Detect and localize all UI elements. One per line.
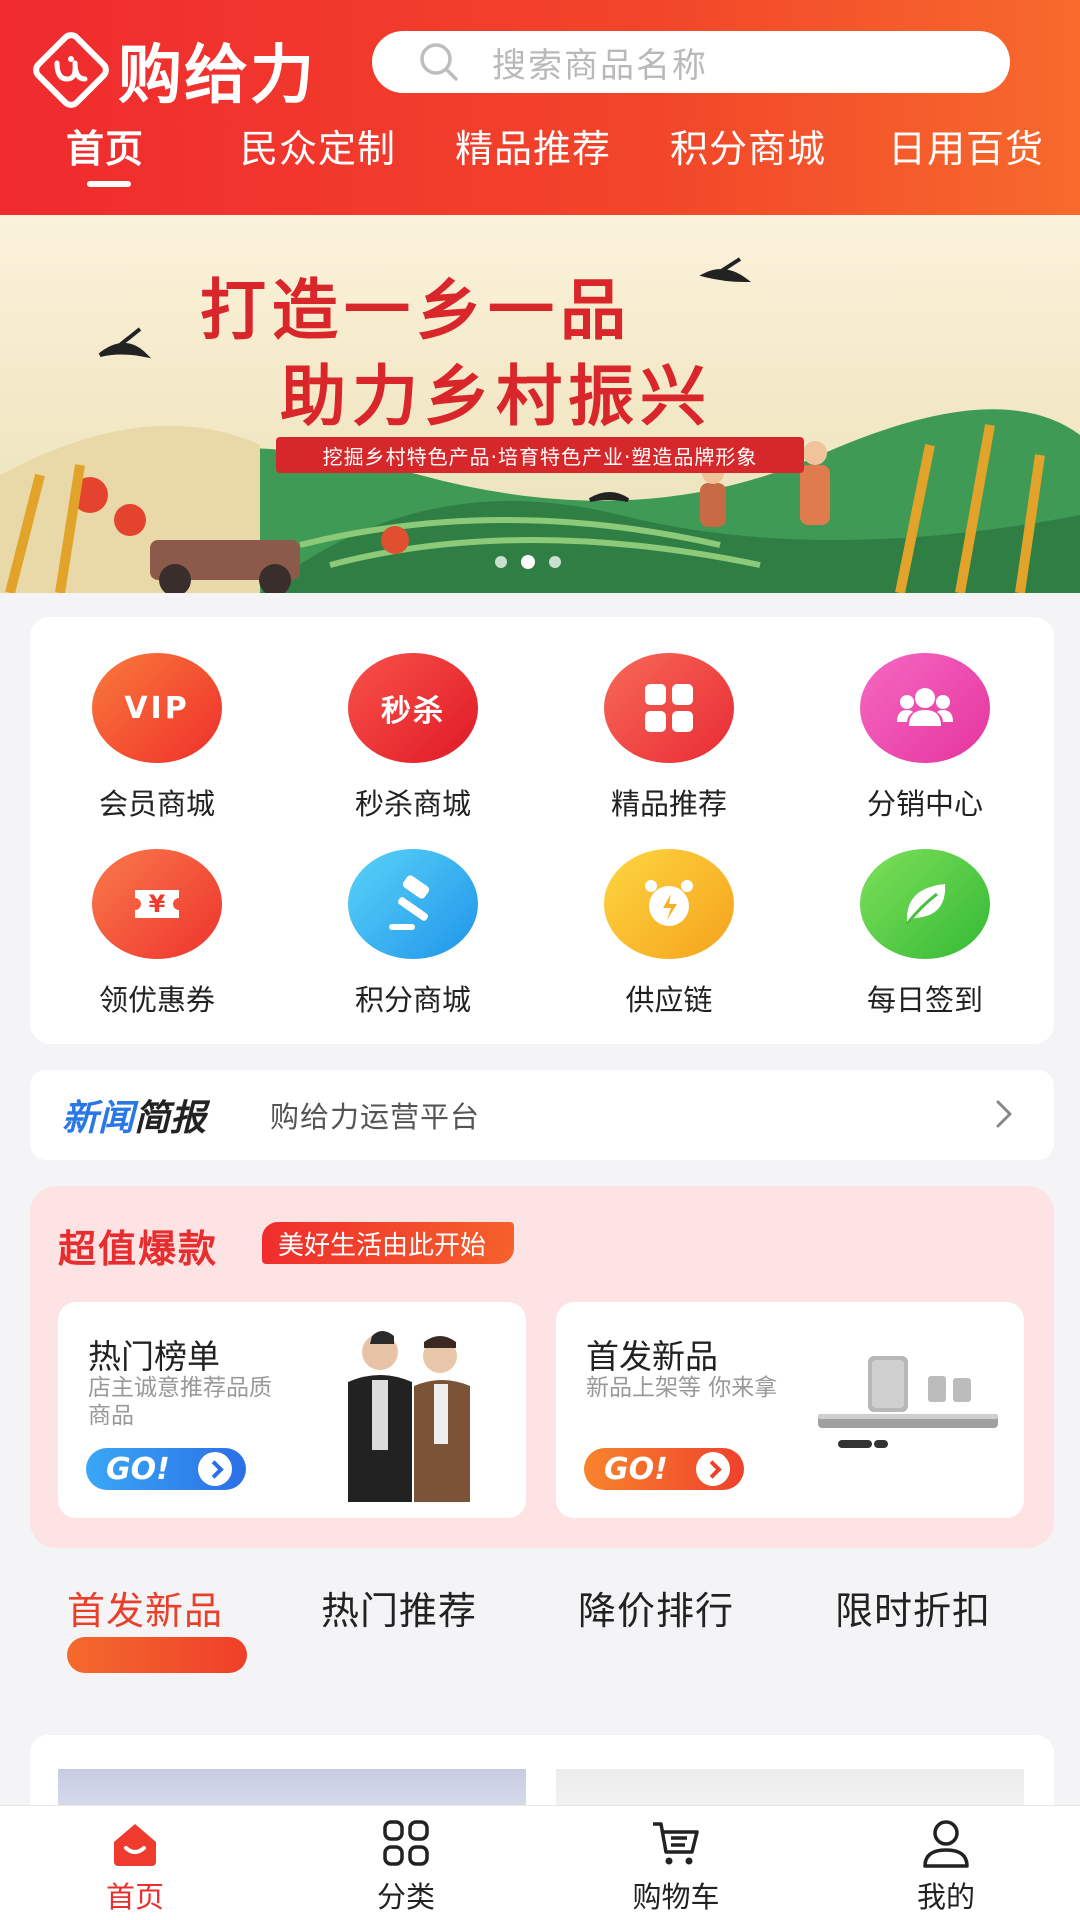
quick-item-distribution[interactable]: 分销中心 xyxy=(825,653,1025,823)
product-tab-new[interactable]: 首发新品 xyxy=(67,1580,223,1635)
users-icon xyxy=(860,653,990,763)
quick-item-label: 供应链 xyxy=(625,983,713,1017)
card-title: 热门榜单 xyxy=(88,1337,220,1376)
carousel-dot[interactable] xyxy=(495,556,507,568)
carousel-dot[interactable] xyxy=(549,556,561,568)
quick-item-label: 秒杀商城 xyxy=(354,787,471,821)
soundbar-image xyxy=(818,1356,998,1448)
home-icon xyxy=(114,1824,156,1866)
search-bar[interactable]: 搜索商品名称 xyxy=(372,31,1010,93)
quick-item-featured[interactable]: 精品推荐 xyxy=(569,653,769,823)
news-text: 购给力运营平台 xyxy=(270,1100,481,1134)
leaf-icon xyxy=(860,849,990,959)
category-icon xyxy=(383,1820,429,1866)
quick-item-label: 领优惠券 xyxy=(98,983,215,1017)
nav-label: 购物车 xyxy=(632,1880,720,1914)
card-title: 首发新品 xyxy=(586,1337,718,1376)
nav-cart[interactable]: 购物车 xyxy=(596,1816,756,1916)
deals-tag: 美好生活由此开始 xyxy=(262,1222,515,1264)
nav-label: 我的 xyxy=(916,1880,975,1914)
quick-item-label: 积分商城 xyxy=(354,983,471,1017)
logo: 购给力 xyxy=(30,24,316,116)
arrow-right-icon xyxy=(198,1452,232,1486)
quick-item-flash-sale[interactable]: 秒杀 秒杀商城 xyxy=(313,653,513,823)
alarm-clock-icon xyxy=(604,849,734,959)
carousel-dot-active[interactable] xyxy=(521,555,535,569)
app-name: 购给力 xyxy=(118,39,316,113)
tab-daily-goods[interactable]: 日用百货 xyxy=(888,118,1044,173)
chevron-right-icon[interactable] xyxy=(986,1096,1022,1132)
vip-icon: VIP xyxy=(92,653,222,763)
quick-item-coupons[interactable]: ¥ 领优惠券 xyxy=(57,849,257,1019)
search-icon xyxy=(420,43,458,81)
quick-item-daily-checkin[interactable]: 每日签到 xyxy=(825,849,1025,1019)
go-button[interactable]: GO! xyxy=(86,1448,246,1490)
card-new-arrivals[interactable]: 首发新品 新品上架等 你来拿 GO! xyxy=(556,1302,1024,1518)
tab-custom[interactable]: 民众定制 xyxy=(240,118,396,173)
tab-active-indicator xyxy=(87,181,131,187)
nav-label: 首页 xyxy=(105,1880,164,1914)
quick-item-vip-mall[interactable]: VIP 会员商城 xyxy=(57,653,257,823)
gavel-icon xyxy=(348,849,478,959)
top-header: 购给力 搜索商品名称 首页 民众定制 精品推荐 积分商城 日用百货 xyxy=(0,0,1080,215)
coupon-icon: ¥ xyxy=(92,849,222,959)
deals-title: 超值爆款 xyxy=(58,1227,219,1271)
product-tab-hot[interactable]: 热门推荐 xyxy=(321,1580,477,1635)
card-hot-list[interactable]: 热门榜单 店主诚意推荐品质商品 GO! xyxy=(58,1302,526,1518)
arrow-right-icon xyxy=(696,1452,730,1486)
banner-title-line1: 打造一乡一品 xyxy=(200,272,632,349)
quick-item-supply-chain[interactable]: 供应链 xyxy=(569,849,769,1019)
banner-title-line2: 助力乡村振兴 xyxy=(280,358,712,435)
nav-category[interactable]: 分类 xyxy=(326,1816,486,1916)
quick-item-label: 分销中心 xyxy=(866,787,983,821)
quick-item-label: 每日签到 xyxy=(866,983,983,1017)
banner-subtitle: 挖掘乡村特色产品·培育特色产业·塑造品牌形象 xyxy=(276,437,804,473)
cart-icon xyxy=(653,1822,699,1865)
tab-points-mall[interactable]: 积分商城 xyxy=(670,118,826,173)
flash-sale-icon: 秒杀 xyxy=(348,653,478,763)
news-tag: 新闻简报 xyxy=(62,1098,207,1139)
bottom-nav: 首页 分类 购物车 我的 xyxy=(0,1805,1080,1920)
product-tab-indicator xyxy=(67,1637,247,1673)
card-desc: 店主诚意推荐品质商品 xyxy=(88,1375,272,1429)
grid-icon xyxy=(604,653,734,763)
logo-icon xyxy=(30,29,112,111)
nav-label: 分类 xyxy=(376,1880,435,1914)
quick-item-label: 会员商城 xyxy=(98,787,215,821)
card-desc: 新品上架等 你来拿 xyxy=(586,1375,778,1401)
news-bulletin[interactable]: 新闻简报 购给力运营平台 xyxy=(30,1070,1054,1160)
user-icon xyxy=(923,1820,969,1868)
quick-item-label: 精品推荐 xyxy=(610,787,727,821)
promo-banner[interactable]: 打造一乡一品 助力乡村振兴 挖掘乡村特色产品·培育特色产业·塑造品牌形象 xyxy=(0,215,1080,593)
nav-home[interactable]: 首页 xyxy=(55,1816,215,1916)
tab-featured[interactable]: 精品推荐 xyxy=(455,118,611,173)
hot-deals-section: 超值爆款 美好生活由此开始 热门榜单 店主诚意推荐品质商品 GO! 首发新品 新… xyxy=(30,1186,1054,1548)
fashion-models-image xyxy=(348,1331,470,1502)
tab-home[interactable]: 首页 xyxy=(66,118,144,173)
quick-menu: VIP 会员商城 秒杀 秒杀商城 精品推荐 分销中心 ¥ 领优惠券 积分商城 供… xyxy=(30,617,1054,1044)
carousel-dots[interactable] xyxy=(495,555,561,569)
go-button[interactable]: GO! xyxy=(584,1448,744,1490)
quick-item-points-mall[interactable]: 积分商城 xyxy=(313,849,513,1019)
product-tab-price-drop[interactable]: 降价排行 xyxy=(578,1580,734,1635)
nav-profile[interactable]: 我的 xyxy=(866,1816,1026,1916)
search-placeholder: 搜索商品名称 xyxy=(492,45,708,86)
top-tabs: 首页 民众定制 精品推荐 积分商城 日用百货 xyxy=(0,118,1080,178)
product-tab-limited-discount[interactable]: 限时折扣 xyxy=(835,1580,991,1635)
